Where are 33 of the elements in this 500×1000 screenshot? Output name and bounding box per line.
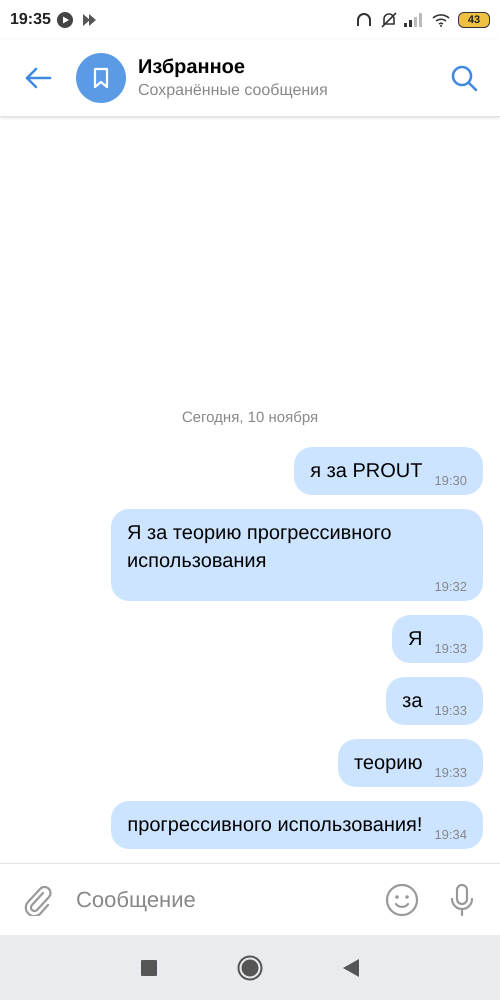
chat-title: Избранное: [138, 55, 246, 80]
message-text: за: [402, 689, 422, 714]
bookmark-icon: [92, 67, 110, 89]
message-time: 19:34: [434, 827, 467, 843]
message-text: я за PROUT: [310, 459, 422, 484]
message-time: 19:33: [434, 765, 467, 781]
microphone-icon: [449, 882, 475, 916]
status-time: 19:35: [10, 10, 51, 30]
message-text: Я: [408, 627, 422, 652]
message-text: Я за теорию прогрессивного использования: [127, 521, 392, 574]
message-field[interactable]: Сообщение: [76, 876, 382, 924]
home-icon[interactable]: [237, 954, 263, 980]
smiley-icon: [385, 882, 419, 916]
message-time: 19:33: [434, 703, 467, 719]
back-icon[interactable]: [343, 958, 359, 976]
recents-icon[interactable]: [141, 960, 157, 976]
headphones-icon: [356, 12, 372, 28]
chat-subtitle: Сохранённые сообщения: [138, 81, 329, 101]
play-icon: [56, 12, 73, 28]
message-text: теорию: [354, 751, 422, 776]
fast-forward-icon: [82, 14, 97, 26]
paperclip-icon: [23, 884, 53, 916]
back-arrow-icon: [24, 67, 52, 89]
message-time: 19:30: [434, 473, 467, 489]
message-time: 19:32: [434, 579, 467, 595]
message-time: 19:33: [434, 641, 467, 657]
muted-bell-icon: [380, 11, 398, 29]
search-icon: [450, 64, 478, 92]
wifi-icon: [432, 13, 450, 27]
message-text: прогрессивного использования!: [127, 813, 422, 838]
battery-indicator: 43: [458, 12, 490, 28]
date-divider: Сегодня, 10 ноября: [182, 408, 318, 428]
signal-icon: [404, 13, 422, 27]
